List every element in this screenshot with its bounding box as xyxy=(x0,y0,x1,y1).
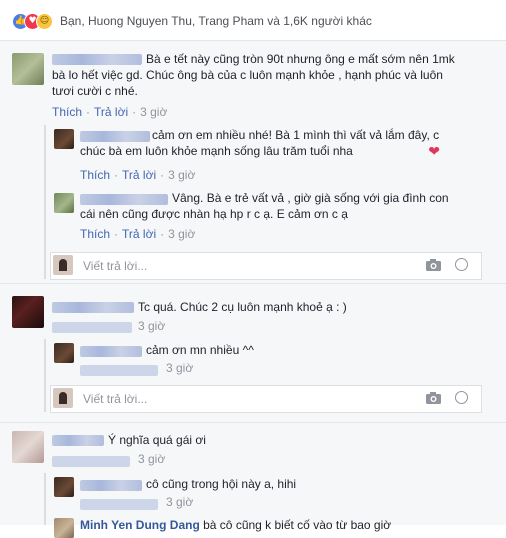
reply-text: cảm ơn em nhiều nhé! Bà 1 mình thì vất v… xyxy=(80,128,440,160)
comment-time[interactable]: 3 giờ xyxy=(140,105,167,119)
commenter-name[interactable]: Minh Yen Dung Dang xyxy=(80,518,200,532)
reply-actions: Thích · Trả lời · 3 giờ xyxy=(80,227,196,241)
commenter-name[interactable] xyxy=(80,480,142,491)
commenter-name[interactable] xyxy=(52,435,104,446)
reply-actions: Thích · Trả lời · 3 giờ xyxy=(80,168,196,182)
comment: Tc quá. Chúc 2 cụ luôn mạnh khoẻ ạ : ) 3… xyxy=(0,284,506,414)
reply-input[interactable]: Viết trả lời... xyxy=(50,252,482,280)
comment-time[interactable]: 3 giờ xyxy=(166,361,193,375)
reply-placeholder: Viết trả lời... xyxy=(83,392,148,406)
like-link[interactable]: Thích xyxy=(80,227,110,241)
comments-area: Bà e tết này cũng tròn 90t nhưng ông e m… xyxy=(0,41,506,538)
replies-thread xyxy=(44,473,46,525)
like-link[interactable]: Thích xyxy=(80,168,110,182)
avatar[interactable] xyxy=(12,431,44,463)
avatar[interactable] xyxy=(12,53,44,85)
avatar[interactable] xyxy=(54,193,74,213)
comment-text: Ý nghĩa quá gái ơi xyxy=(108,433,206,447)
comment-text: Bà e tết này cũng tròn 90t nhưng ông e m… xyxy=(52,52,455,98)
reactions-summary[interactable]: Bạn, Huong Nguyen Thu, Trang Pham và 1,6… xyxy=(60,14,372,28)
reply-link[interactable]: Trả lời xyxy=(94,105,128,119)
avatar[interactable] xyxy=(54,518,74,538)
blurred-text xyxy=(52,322,132,333)
emoji-icon[interactable] xyxy=(455,391,468,404)
comment-text: Tc quá. Chúc 2 cụ luôn mạnh khoẻ ạ : ) xyxy=(138,300,347,314)
reply-placeholder: Viết trả lời... xyxy=(83,259,148,273)
avatar xyxy=(53,388,73,408)
camera-icon[interactable] xyxy=(426,392,441,404)
reply-text: cảm ơn mn nhiều ^^ xyxy=(146,343,254,357)
comment-actions: 3 giờ xyxy=(138,452,165,466)
reply-input[interactable]: Viết trả lời... xyxy=(50,385,482,413)
avatar[interactable] xyxy=(54,129,74,149)
comment: Bà e tết này cũng tròn 90t nhưng ông e m… xyxy=(0,41,506,291)
commenter-name[interactable] xyxy=(52,302,134,313)
haha-icon: ☺ xyxy=(36,13,53,30)
reactions-bar[interactable]: 👍 ♥ ☺ Bạn, Huong Nguyen Thu, Trang Pham … xyxy=(0,0,506,41)
reply-link[interactable]: Trả lời xyxy=(122,227,156,241)
comment-time[interactable]: 3 giờ xyxy=(168,168,195,182)
replies-thread xyxy=(44,339,46,412)
reply-text: cô cũng trong hội này a, hihi xyxy=(146,477,297,491)
avatar[interactable] xyxy=(54,343,74,363)
reply-text: Minh Yen Dung Dang bà cô cũng k biết cố … xyxy=(80,518,392,532)
reply-text: Vâng. Bà e trẻ vất vả , giờ già sống với… xyxy=(80,191,449,221)
avatar xyxy=(53,255,73,275)
replies-thread xyxy=(44,125,46,279)
comment-time[interactable]: 3 giờ xyxy=(138,452,165,466)
avatar[interactable] xyxy=(54,477,74,497)
comment-time[interactable]: 3 giờ xyxy=(168,227,195,241)
commenter-name[interactable] xyxy=(80,346,142,357)
avatar[interactable] xyxy=(12,296,44,328)
comment: Ý nghĩa quá gái ơi 3 giờ cô cũng trong h… xyxy=(0,423,506,538)
emoji-icon[interactable] xyxy=(455,258,468,271)
blurred-text xyxy=(80,499,158,510)
reply-actions: 3 giờ xyxy=(166,361,193,375)
camera-icon[interactable] xyxy=(426,259,441,271)
comment-actions: 3 giờ xyxy=(138,319,165,333)
reply-link[interactable]: Trả lời xyxy=(122,168,156,182)
comment-actions: Thích · Trả lời · 3 giờ xyxy=(52,105,168,119)
reply-actions: 3 giờ xyxy=(166,495,193,509)
blurred-text xyxy=(80,365,158,376)
comment-time[interactable]: 3 giờ xyxy=(138,319,165,333)
heart-icon: ❤ xyxy=(428,143,440,160)
blurred-text xyxy=(52,456,130,467)
comment-time[interactable]: 3 giờ xyxy=(166,495,193,509)
like-link[interactable]: Thích xyxy=(52,105,82,119)
